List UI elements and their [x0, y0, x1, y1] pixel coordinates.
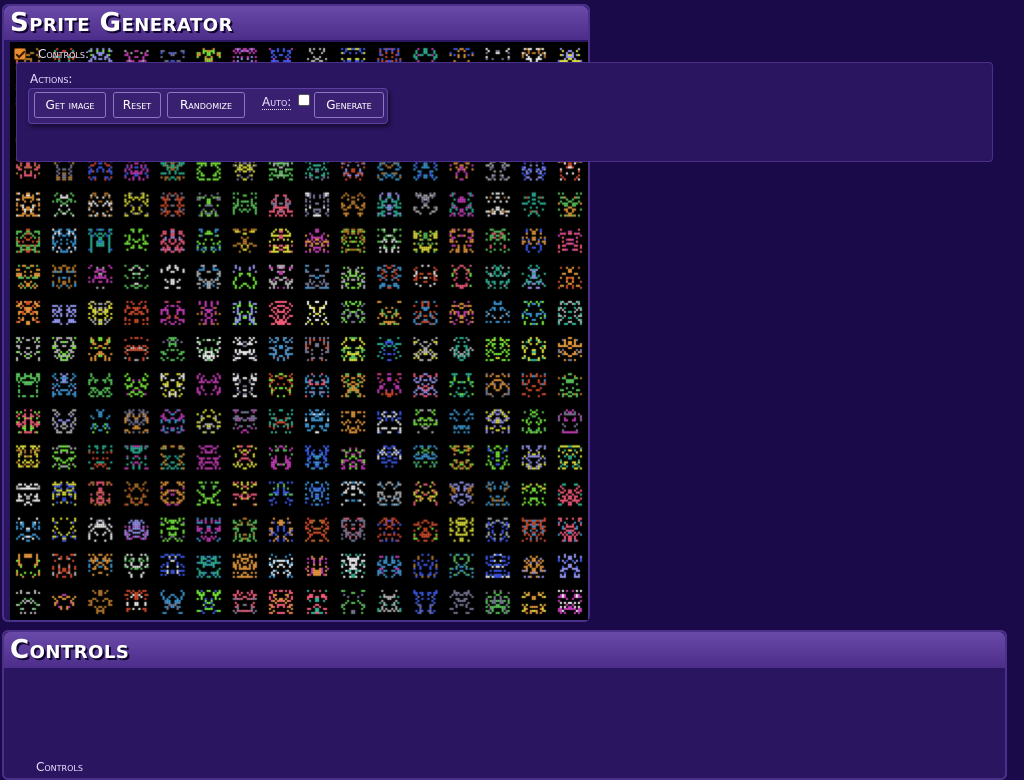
get-image-button[interactable]: Get image: [34, 92, 106, 118]
controls-section-header[interactable]: Controls:: [14, 44, 89, 64]
controls-subsection-label: Controls: [36, 760, 83, 774]
actions-label: Actions:: [30, 72, 73, 86]
randomize-button[interactable]: Randomize: [167, 92, 245, 118]
controls-panel: Controls: [2, 630, 1007, 780]
reset-button[interactable]: Reset: [113, 92, 161, 118]
generate-button[interactable]: Generate: [314, 92, 384, 118]
auto-label: Auto:: [262, 95, 292, 110]
auto-checkbox[interactable]: [298, 94, 310, 106]
controls-expand-checkbox[interactable]: [14, 48, 26, 60]
sprite-generator-title: Sprite Generator: [4, 6, 588, 40]
controls-title: Controls: [4, 632, 1005, 668]
controls-section-label: Controls:: [38, 47, 89, 61]
